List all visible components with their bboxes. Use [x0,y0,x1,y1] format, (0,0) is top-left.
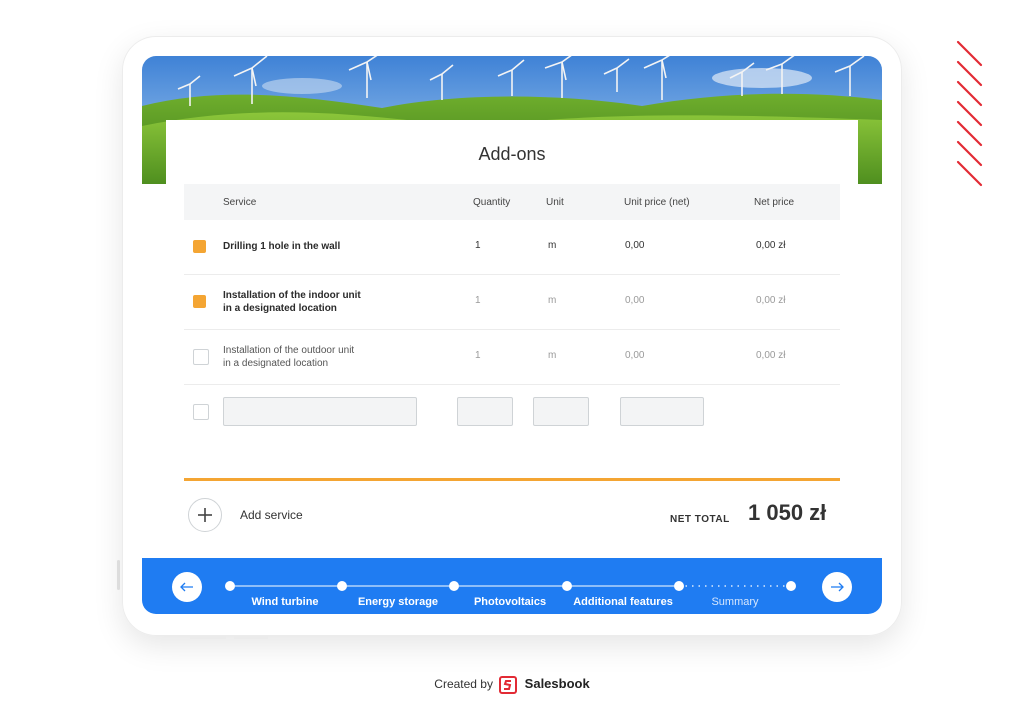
net-price-value: 0,00 zł [756,295,786,306]
app-screen: Add-ons Service Quantity Unit Unit price… [142,56,882,614]
table-row: Drilling 1 hole in the wall 1 m 0,00 0,0… [184,220,840,275]
row-checkbox-checked[interactable] [193,240,206,253]
net-price-value: 0,00 zł [756,240,786,251]
credit-footer: Created by Salesbook [0,676,1024,694]
step-wind-turbine[interactable]: Wind turbine [251,596,318,608]
quantity-value: 1 [475,350,481,361]
step-energy-storage[interactable]: Energy storage [358,596,438,608]
unit-value: m [548,350,557,361]
add-service-label[interactable]: Add service [240,508,303,522]
column-header-unit: Unit [546,197,564,208]
row-checkbox-unchecked[interactable] [193,349,209,365]
service-name: Installation of the outdoor unit in a de… [223,344,393,370]
arrow-right-icon [831,582,844,592]
step-dot [674,581,684,591]
new-quantity-input[interactable] [457,397,513,426]
unit-price-value: 0,00 [625,295,645,306]
total-divider [184,478,840,481]
step-photovoltaics[interactable]: Photovoltaics [474,596,546,608]
page-title: Add-ons [478,144,546,164]
row-checkbox-checked[interactable] [193,295,206,308]
unit-value: m [548,295,557,306]
quantity-value: 1 [475,295,481,306]
addons-card: Add-ons Service Quantity Unit Unit price… [166,120,858,558]
service-name: Drilling 1 hole in the wall [223,240,393,253]
new-service-row [184,385,840,439]
net-total-value: 1 050 zł [748,500,827,525]
service-name-line: Installation of the outdoor unit [223,345,355,356]
unit-price-value: 0,00 [625,240,645,251]
column-header-service: Service [223,197,257,208]
tablet-bottom-tab [234,636,268,639]
new-row-checkbox[interactable] [193,404,209,420]
table-row: Installation of the indoor unit in a des… [184,275,840,330]
column-header-quantity: Quantity [473,197,511,208]
created-by-text: Created by [434,677,493,692]
service-name-line: in a designated location [223,303,337,314]
unit-value: m [548,240,557,251]
step-dot [786,581,796,591]
service-name-line: Installation of the indoor unit [223,290,361,301]
service-name-line: in a designated location [223,358,329,369]
add-service-button[interactable] [188,498,222,532]
new-unit-input[interactable] [533,397,589,426]
service-name-line: Drilling 1 hole in the wall [223,241,341,252]
brand-name: Salesbook [524,676,590,692]
service-name: Installation of the indoor unit in a des… [223,289,393,315]
quantity-value: 1 [475,240,481,251]
column-header-net-price: Net price [754,197,795,208]
step-additional-features[interactable]: Additional features [573,596,673,608]
decorative-slashes [956,40,983,187]
net-price-value: 0,00 zł [756,350,786,361]
step-summary[interactable]: Summary [711,596,758,608]
unit-price-value: 0,00 [625,350,645,361]
step-dot [337,581,347,591]
column-header-unit-price: Unit price (net) [624,197,690,208]
new-service-name-input[interactable] [223,397,417,426]
tablet-bottom-tab [190,636,226,639]
step-dot [562,581,572,591]
net-total-label: NET TOTAL [670,514,730,525]
table-header: Service Quantity Unit Unit price (net) N… [184,184,840,220]
salesbook-logo-icon [499,676,518,694]
new-unit-price-input[interactable] [620,397,704,426]
plus-icon [198,508,212,522]
step-navigation: Wind turbine Energy storage Photovoltaic… [142,558,882,614]
table-row: Installation of the outdoor unit in a de… [184,330,840,385]
next-step-button[interactable] [822,572,852,602]
step-dot [225,581,235,591]
step-dot [449,581,459,591]
tablet-side-button [117,560,120,590]
